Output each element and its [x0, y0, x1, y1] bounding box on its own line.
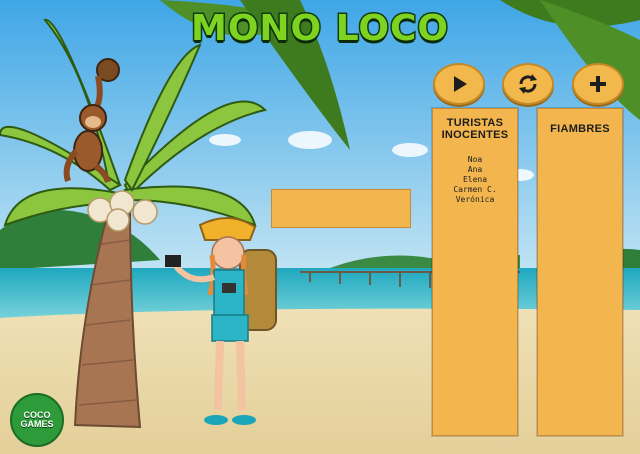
list-item: Verónica: [455, 195, 495, 204]
play-button[interactable]: [433, 63, 485, 105]
tourist-character: [165, 217, 277, 425]
list-item: Ana: [467, 165, 483, 174]
play-icon: [454, 76, 467, 92]
list-item: Elena: [462, 175, 488, 184]
add-button[interactable]: [572, 63, 624, 105]
tourist-list: Noa Ana Elena Carmen C. Verónica: [433, 155, 517, 205]
turistas-panel: TURISTAS INOCENTES Noa Ana Elena Carmen …: [432, 108, 518, 436]
fiambres-panel: FIAMBRES: [537, 108, 623, 436]
game-title: MONO LOCO: [190, 7, 450, 51]
turistas-panel-title: TURISTAS INOCENTES: [441, 117, 509, 141]
refresh-icon: [519, 74, 537, 94]
game-screen: MONO LOCO TURISTAS INOCENTES Noa Ana Ele…: [0, 0, 640, 454]
plus-icon: [590, 76, 606, 92]
list-item: Carmen C.: [453, 185, 497, 194]
fiambres-panel-title: FIAMBRES: [550, 123, 610, 135]
monkey-character: [63, 58, 120, 183]
coco-games-logo: COCO GAMES: [10, 393, 64, 447]
word-display-box: [271, 189, 411, 228]
refresh-button[interactable]: [502, 63, 554, 105]
list-item: Noa: [467, 155, 483, 164]
